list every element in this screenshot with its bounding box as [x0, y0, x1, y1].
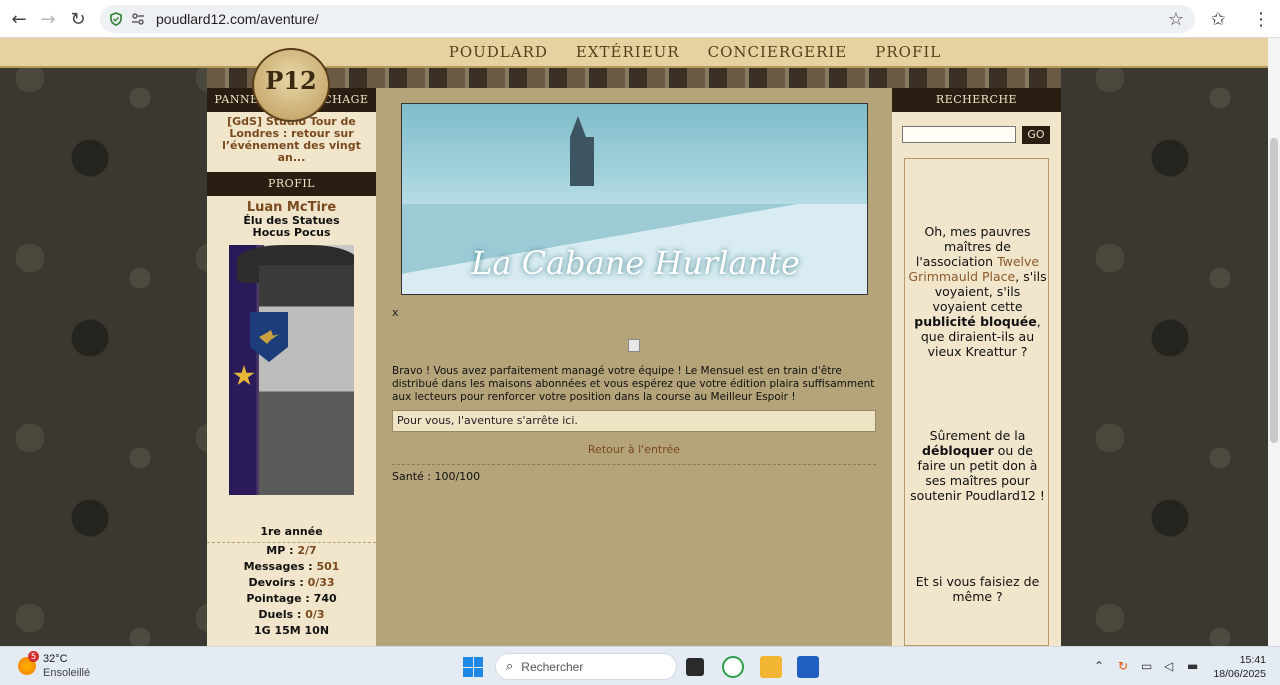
page-scrollbar[interactable]	[1268, 38, 1280, 646]
star-icon	[233, 365, 255, 386]
x-mark: x	[392, 306, 399, 319]
tray-chevron-icon[interactable]: ⌃	[1094, 659, 1104, 673]
taskbar-search[interactable]: ⌕ Rechercher	[495, 653, 677, 680]
site-logo[interactable]: P12	[252, 48, 330, 122]
avatar-portrait	[259, 265, 354, 495]
ad-paragraph-2: Sûrement de la débloquer ou de faire un …	[910, 428, 1045, 503]
search-heading: Recherche	[892, 88, 1061, 112]
profile-year: 1re année	[207, 525, 376, 543]
back-to-entrance-link[interactable]: Retour à l'entrée	[392, 443, 876, 456]
stat-money: 1G 15M 10N	[253, 624, 330, 637]
scrollbar-thumb[interactable]	[1270, 138, 1278, 443]
browser-toolbar: ← → ↻ poudlard12.com/aventure/ ☆ ✩ ⋮	[0, 0, 1280, 38]
shrieking-shack-image	[570, 116, 594, 186]
address-bar[interactable]: poudlard12.com/aventure/	[100, 5, 1195, 33]
menu-item-conciergerie[interactable]: Conciergerie	[708, 43, 848, 61]
search-icon: ⌕	[506, 659, 514, 674]
adblock-message: Oh, mes pauvres maîtres de l'association…	[904, 158, 1049, 646]
clock-date: 18/06/2025	[1213, 668, 1266, 680]
search-row: GO	[902, 126, 1050, 144]
hero-image: La Cabane Hurlante	[401, 103, 868, 295]
stat-messages: Messages : 501	[243, 560, 340, 573]
main-content: La Cabane Hurlante x Bravo ! Vous avez p…	[376, 88, 892, 646]
windows-taskbar: 5 32°C Ensoleillé ⌕ Rechercher ⌃ ↻ ▭ ◁ ▬…	[0, 646, 1280, 685]
menu-item-exterieur[interactable]: Extérieur	[576, 43, 680, 61]
website: Poudlard Extérieur Conciergerie Profil P…	[0, 38, 1280, 646]
shield-icon[interactable]	[108, 11, 124, 27]
task-view-icon[interactable]	[686, 658, 704, 676]
stat-duels: Duels : 0/3	[258, 608, 325, 621]
clock-time: 15:41	[1239, 654, 1266, 666]
clock[interactable]: 15:41 18/06/2025	[1212, 653, 1266, 681]
end-message-box: Pour vous, l'aventure s'arrête ici.	[392, 410, 876, 432]
stat-pointage: Pointage : 740	[246, 592, 337, 605]
recycle-app-icon[interactable]	[722, 656, 744, 678]
logo-text: P12	[265, 65, 317, 95]
story-text: Bravo ! Vous avez parfaitement managé vo…	[392, 365, 875, 403]
word-icon[interactable]	[797, 656, 819, 678]
volume-icon[interactable]: ◁	[1164, 659, 1173, 673]
taskbar-search-placeholder: Rechercher	[521, 659, 584, 674]
weather-description[interactable]: Ensoleillé	[43, 667, 90, 679]
favorites-icon[interactable]: ✩	[1207, 8, 1229, 30]
go-button[interactable]: GO	[1022, 126, 1050, 144]
windows-start-icon[interactable]	[463, 657, 483, 677]
profile-subtitle: Hocus Pocus	[252, 226, 331, 239]
battery-icon[interactable]: ▬	[1187, 659, 1198, 673]
bookmark-star-icon[interactable]: ☆	[1165, 8, 1187, 30]
stat-devoirs: Devoirs : 0/33	[248, 576, 335, 589]
health-status: Santé : 100/100	[392, 470, 481, 483]
site-settings-icon[interactable]	[130, 11, 146, 27]
url-text[interactable]: poudlard12.com/aventure/	[156, 11, 319, 27]
stat-mp: MP : 2/7	[266, 544, 317, 557]
back-arrow-icon[interactable]: ←	[8, 8, 30, 30]
header-banner	[207, 68, 1061, 88]
ad-paragraph-3: Et si vous faisiez de même ?	[915, 574, 1040, 604]
forward-arrow-icon[interactable]: →	[37, 8, 59, 30]
profile-heading: Profil	[207, 172, 376, 196]
network-icon[interactable]: ▭	[1141, 659, 1152, 673]
divider	[392, 464, 876, 465]
menu-dots-icon[interactable]: ⋮	[1250, 8, 1272, 30]
weather-badge: 5	[28, 651, 39, 662]
broken-image-icon	[628, 339, 640, 352]
top-menu: Poudlard Extérieur Conciergerie Profil	[0, 38, 1280, 68]
avatar	[229, 245, 354, 495]
update-icon[interactable]: ↻	[1118, 659, 1128, 673]
right-sidebar: Recherche GO Oh, mes pauvres maîtres de …	[892, 88, 1061, 646]
file-explorer-icon[interactable]	[760, 656, 782, 678]
menu-item-profil[interactable]: Profil	[875, 43, 941, 61]
reload-icon[interactable]: ↻	[67, 8, 89, 30]
hero-title: La Cabane Hurlante	[471, 244, 800, 282]
ad-paragraph-1: Oh, mes pauvres maîtres de l'association…	[908, 224, 1047, 359]
weather-temperature[interactable]: 32°C	[43, 653, 68, 665]
menu-item-poudlard[interactable]: Poudlard	[449, 43, 548, 61]
profile-name[interactable]: Luan McTire	[207, 200, 376, 215]
search-input[interactable]	[902, 126, 1016, 143]
left-sidebar: Panneau d'affichage [GdS] Studio Tour de…	[207, 88, 376, 646]
